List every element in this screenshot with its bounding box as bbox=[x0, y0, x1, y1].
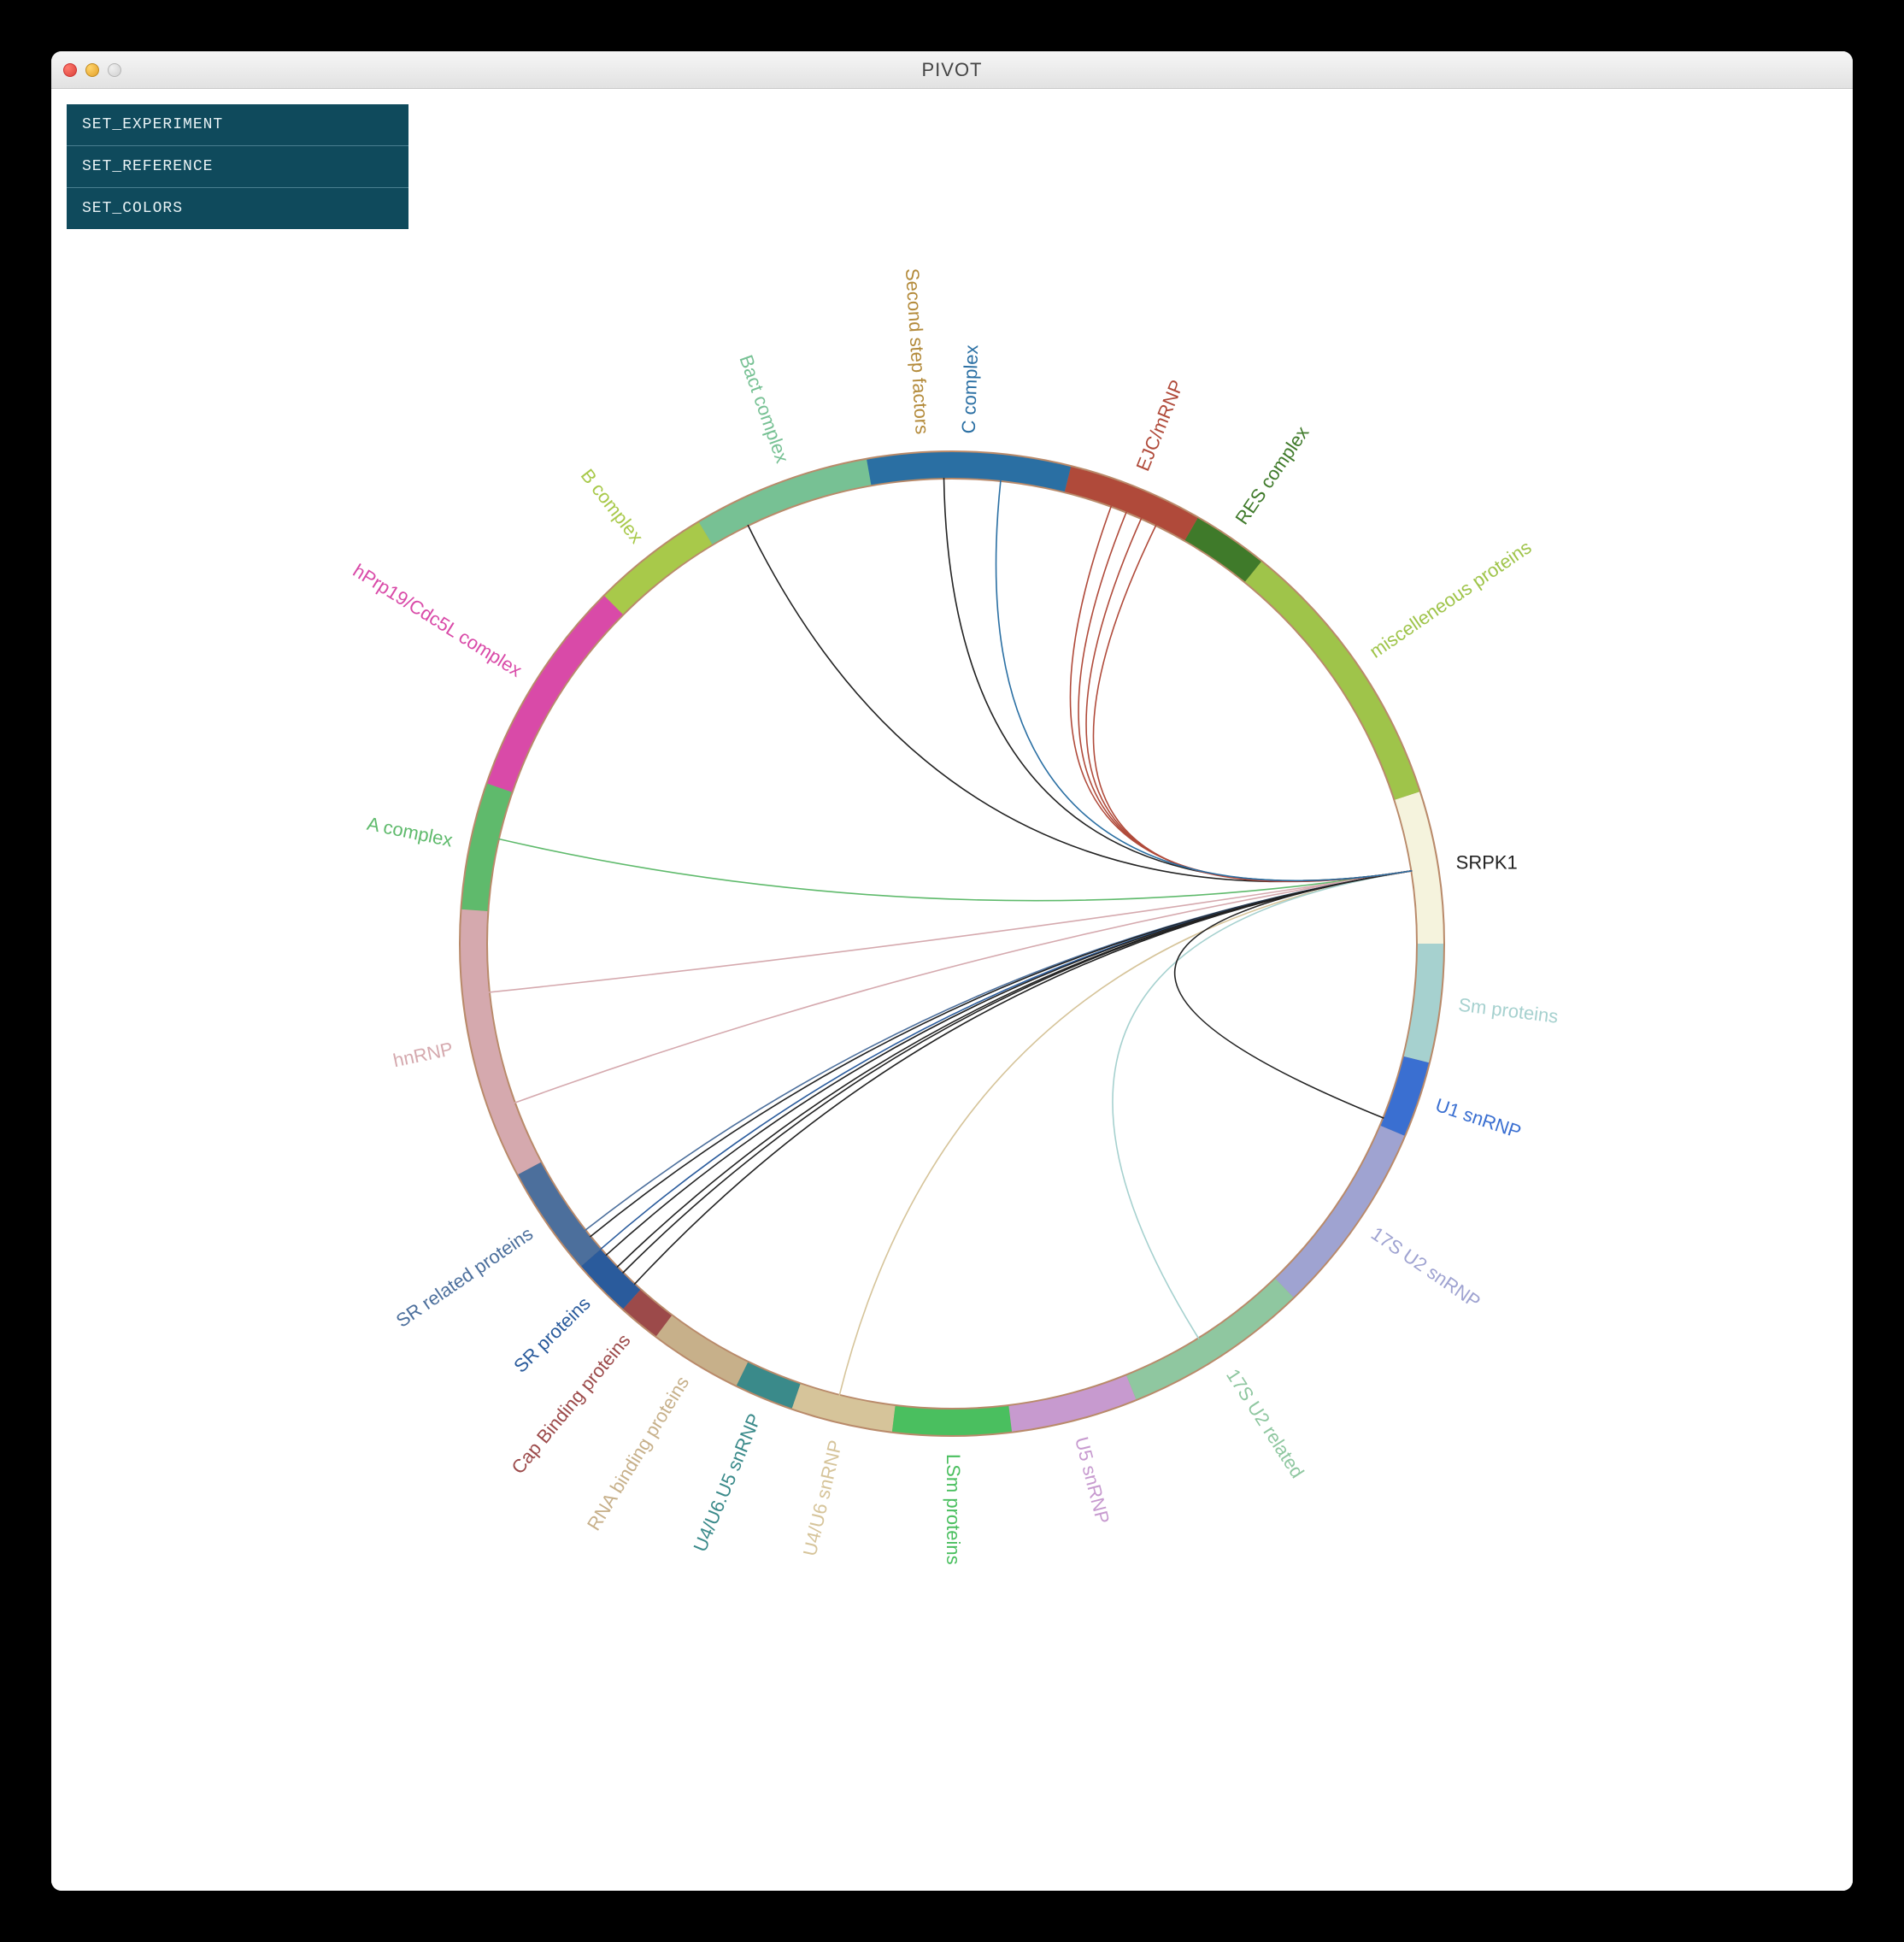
category-label[interactable]: U1 snRNP bbox=[1433, 1094, 1524, 1143]
category-label[interactable]: Sm proteins bbox=[1457, 994, 1560, 1027]
main-canvas: SET_EXPERIMENT SET_REFERENCE SET_COLORS … bbox=[51, 89, 1853, 1891]
category-label[interactable]: A complex bbox=[365, 813, 454, 851]
arc-segment[interactable] bbox=[1008, 1375, 1136, 1431]
category-label[interactable]: 17S U2 snRNP bbox=[1367, 1222, 1484, 1312]
arc-segment[interactable] bbox=[892, 1406, 1012, 1435]
arc-segment[interactable] bbox=[604, 522, 712, 614]
chord-diagram[interactable]: Second step factors Bact complex B complex… bbox=[51, 89, 1853, 1891]
arc-segment[interactable] bbox=[1245, 562, 1419, 799]
category-label[interactable]: SR proteins bbox=[509, 1292, 595, 1376]
arc-segment[interactable] bbox=[1404, 944, 1443, 1062]
category-label[interactable]: RNA binding proteins bbox=[583, 1373, 693, 1534]
category-label[interactable]: SR related proteins bbox=[392, 1222, 537, 1331]
chord-link[interactable] bbox=[748, 525, 1412, 881]
category-label[interactable]: U4/U6 snRNP bbox=[799, 1439, 846, 1558]
arc-segment[interactable] bbox=[518, 1162, 600, 1266]
category-label[interactable]: LSm proteins bbox=[943, 1454, 964, 1565]
window-controls bbox=[63, 63, 121, 77]
titlebar[interactable]: PIVOT bbox=[51, 51, 1853, 89]
arc-segment[interactable] bbox=[1065, 467, 1198, 540]
app-window: PIVOT SET_EXPERIMENT SET_REFERENCE SET_C… bbox=[51, 51, 1853, 1891]
category-label[interactable]: C complex bbox=[958, 344, 983, 434]
minimize-icon[interactable] bbox=[85, 63, 99, 77]
chord-link[interactable] bbox=[1175, 871, 1413, 1118]
category-label[interactable]: U5 snRNP bbox=[1071, 1434, 1114, 1526]
close-icon[interactable] bbox=[63, 63, 77, 77]
window-title: PIVOT bbox=[51, 59, 1853, 81]
zoom-icon[interactable] bbox=[108, 63, 121, 77]
chord-link[interactable] bbox=[839, 871, 1412, 1396]
arc-segment[interactable] bbox=[1276, 1126, 1405, 1298]
chord-link[interactable] bbox=[1113, 871, 1412, 1339]
srpk1-label[interactable]: SRPK1 bbox=[1456, 851, 1518, 873]
chord-link[interactable] bbox=[617, 871, 1412, 1268]
category-label[interactable]: Bact complex bbox=[735, 352, 793, 466]
chord-link[interactable] bbox=[585, 871, 1413, 1231]
arc-segment[interactable] bbox=[699, 457, 887, 544]
category-label[interactable]: B complex bbox=[577, 465, 648, 547]
category-label[interactable]: U4/U6.U5 snRNP bbox=[689, 1410, 765, 1555]
arc-segment[interactable] bbox=[1381, 1056, 1429, 1136]
chord-link[interactable] bbox=[623, 871, 1413, 1274]
category-label[interactable]: hPrp19/Cdc5L complex bbox=[350, 560, 526, 681]
arc-segment[interactable] bbox=[1126, 1279, 1293, 1399]
chord-link[interactable] bbox=[634, 871, 1412, 1285]
chord-link[interactable] bbox=[514, 871, 1412, 1103]
arc-segment[interactable] bbox=[656, 1315, 748, 1386]
chord-link[interactable] bbox=[601, 871, 1413, 1250]
arc-segment[interactable] bbox=[487, 596, 622, 792]
category-label[interactable]: RES complex bbox=[1231, 422, 1313, 528]
arc-segment[interactable] bbox=[737, 1362, 801, 1409]
chord-link[interactable] bbox=[606, 871, 1412, 1256]
arc-segment[interactable] bbox=[867, 452, 1071, 491]
category-label[interactable]: hnRNP bbox=[391, 1038, 455, 1071]
category-label[interactable]: EJC/mRNP bbox=[1131, 377, 1187, 474]
category-label[interactable]: miscelleneous proteins bbox=[1366, 536, 1536, 662]
category-label[interactable]: Second step factors bbox=[902, 268, 933, 435]
category-label[interactable]: 17S U2 related bbox=[1222, 1365, 1308, 1482]
arc-segment[interactable] bbox=[1185, 518, 1261, 581]
arc-segment[interactable] bbox=[1395, 792, 1443, 944]
